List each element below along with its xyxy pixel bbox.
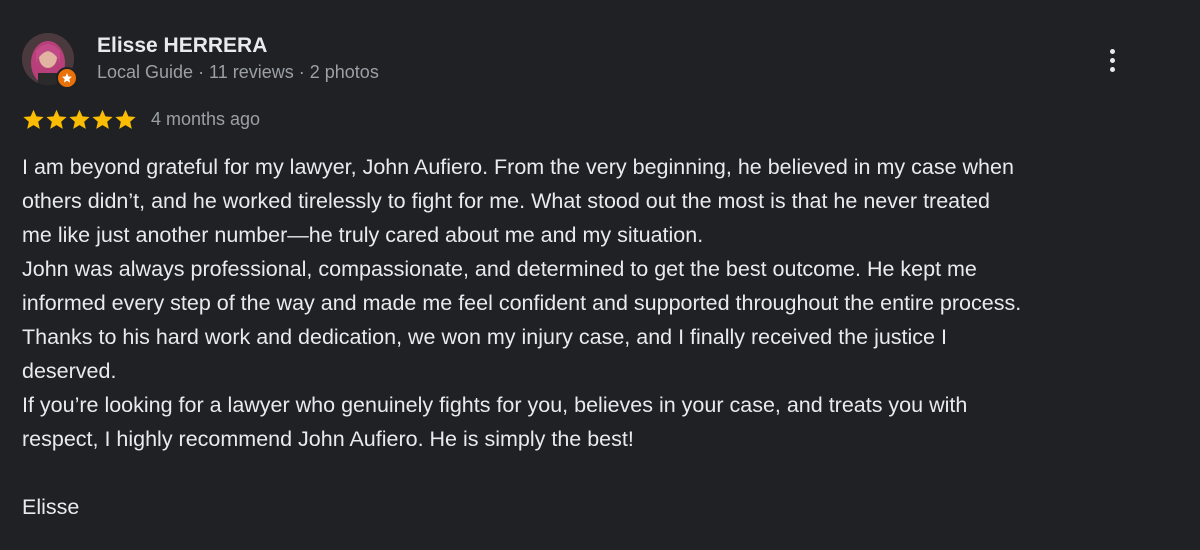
review-line: John was always professional, compassion… [22,257,977,281]
review-line: I am beyond grateful for my lawyer, John… [22,155,1014,179]
more-options-button[interactable] [1096,40,1128,80]
author-avatar[interactable] [22,33,78,89]
rating-row: 4 months ago [22,106,260,132]
star-rating [22,108,137,131]
star-icon [69,109,90,129]
review-line: Elisse [22,495,80,519]
star-icon [46,109,67,129]
review-line: me like just another number—he truly car… [22,223,704,247]
star-icon [115,109,136,129]
author-name[interactable]: Elisse HERRERA [97,34,267,58]
review-line: deserved. [22,359,117,383]
review-line: Thanks to his hard work and dedication, … [22,325,947,349]
review-card: Elisse HERRERA Local Guide · 11 reviews … [0,0,1200,550]
star-icon [23,109,44,129]
local-guide-star-icon [56,67,78,89]
review-blank-line [22,456,1182,490]
review-line: informed every step of the way and made … [22,291,1022,315]
star-icon [92,109,113,129]
review-date: 4 months ago [151,108,261,129]
review-line: If you’re looking for a lawyer who genui… [22,393,968,417]
review-line: others didn’t, and he worked tirelessly … [22,189,991,213]
author-meta: Local Guide · 11 reviews · 2 photos [97,62,379,82]
review-line: respect, I highly recommend John Aufiero… [22,427,634,451]
review-body: I am beyond grateful for my lawyer, John… [22,150,1182,524]
more-vert-icon [1109,48,1115,54]
